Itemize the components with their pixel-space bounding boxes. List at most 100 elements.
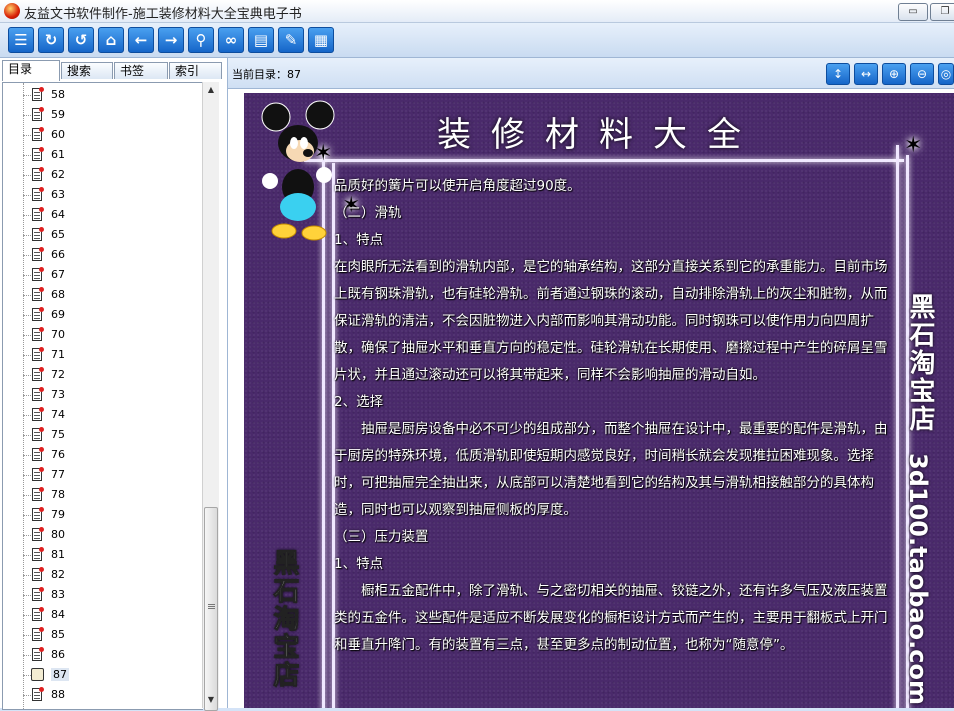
scroll-up-icon[interactable]: ▲: [203, 82, 219, 98]
home-icon: ⌂: [105, 31, 117, 49]
toc-item-label: 75: [51, 428, 65, 441]
toc-item[interactable]: 70: [23, 325, 203, 345]
document-icon: [32, 267, 44, 281]
toc-item-label: 60: [51, 128, 65, 141]
tree-connector: [23, 575, 31, 576]
tree-connector: [23, 395, 31, 396]
document-icon: [32, 547, 44, 561]
toc-item[interactable]: 87: [23, 665, 203, 685]
toc-item[interactable]: 73: [23, 385, 203, 405]
toc-item-label: 73: [51, 388, 65, 401]
toc-item-label: 83: [51, 588, 65, 601]
zoom-in-icon: ⊕: [888, 67, 900, 81]
toolbar-button-home[interactable]: ⌂: [98, 27, 124, 53]
toc-scrollbar[interactable]: ▲ ▼: [202, 82, 219, 711]
toc-item[interactable]: 60: [23, 125, 203, 145]
toc-item[interactable]: 65: [23, 225, 203, 245]
toc-item-label: 63: [51, 188, 65, 201]
tree-connector: [23, 535, 31, 536]
toolbar-button-back[interactable]: ←: [128, 27, 154, 53]
toc-item[interactable]: 78: [23, 485, 203, 505]
scroll-thumb[interactable]: [204, 507, 218, 711]
tree-connector: [23, 415, 31, 416]
toc-item[interactable]: 61: [23, 145, 203, 165]
minimize-button[interactable]: ▭: [898, 3, 928, 21]
toc-item[interactable]: 69: [23, 305, 203, 325]
link-icon: ∞: [224, 31, 238, 49]
toc-item-label: 68: [51, 288, 65, 301]
toolbar-button-forward[interactable]: →: [158, 27, 184, 53]
document-icon: [32, 527, 44, 541]
page-body: 品质好的簧片可以使开启角度超过90度。 （二）滑轨 1、特点 在肉眼所无法看到的滑轨内…: [334, 173, 894, 659]
tab-index[interactable]: 索引: [169, 62, 222, 79]
toolbar-button-toc[interactable]: ☰: [8, 27, 34, 53]
toc-item-label: 88: [51, 688, 65, 701]
toolbar-button-edit[interactable]: ✎: [278, 27, 304, 53]
toc-item[interactable]: 62: [23, 165, 203, 185]
toc-item[interactable]: 83: [23, 585, 203, 605]
toc-item[interactable]: 79: [23, 505, 203, 525]
toc-item[interactable]: 80: [23, 525, 203, 545]
toolbar-button-link[interactable]: ∞: [218, 27, 244, 53]
toc-item[interactable]: 63: [23, 185, 203, 205]
restore-button[interactable]: ❐: [930, 3, 954, 21]
toolbar-button-refresh[interactable]: ↻: [38, 27, 64, 53]
document-icon: [32, 407, 44, 421]
page-paragraph: 1、特点: [334, 232, 384, 248]
tree-connector: [23, 475, 31, 476]
toolbar-button-note[interactable]: ▤: [248, 27, 274, 53]
toc-tree: 58 59 60 61 62 63 64 65 66 67 68 69 70 71 72 73 74 75 76 77…: [2, 82, 203, 710]
tree-connector: [23, 315, 31, 316]
fit-width-icon: ↔: [860, 67, 872, 81]
fit-width-button[interactable]: ↔: [854, 63, 878, 85]
toc-item[interactable]: 86: [23, 645, 203, 665]
title-bar: 友益文书软件制作-施工装修材料大全宝典电子书 ▭ ❐: [0, 0, 954, 23]
tree-connector: [23, 195, 31, 196]
zoom-reset-button[interactable]: ◎: [938, 63, 954, 85]
toolbar-button-search[interactable]: ⚲: [188, 27, 214, 53]
toc-item[interactable]: 59: [23, 105, 203, 125]
tree-connector: [23, 295, 31, 296]
toc-item[interactable]: 82: [23, 565, 203, 585]
tree-connector: [23, 155, 31, 156]
tree-connector: [23, 695, 31, 696]
toolbar-button-bookmark[interactable]: ▦: [308, 27, 334, 53]
toc-item[interactable]: 74: [23, 405, 203, 425]
app-logo-icon: [4, 3, 20, 19]
sparkle-icon: ✶: [904, 133, 923, 158]
toc-item-label: 64: [51, 208, 65, 221]
toc-item[interactable]: 88: [23, 685, 203, 705]
toc-item[interactable]: 85: [23, 625, 203, 645]
toolbar-button-undo[interactable]: ↺: [68, 27, 94, 53]
tree-connector: [23, 615, 31, 616]
toc-item[interactable]: 66: [23, 245, 203, 265]
toc-item[interactable]: 67: [23, 265, 203, 285]
tab-contents[interactable]: 目录: [2, 60, 60, 81]
toc-item[interactable]: 68: [23, 285, 203, 305]
toc-item-label: 81: [51, 548, 65, 561]
toc-item-label: 66: [51, 248, 65, 261]
fit-height-button[interactable]: ↕: [826, 63, 850, 85]
toc-item-label: 62: [51, 168, 65, 181]
toc-item[interactable]: 77: [23, 465, 203, 485]
tab-search[interactable]: 搜索: [61, 62, 113, 79]
main-toolbar: ☰ ↻ ↺ ⌂ ← → ⚲ ∞ ▤ ✎ ▦: [0, 23, 954, 58]
toc-item[interactable]: 75: [23, 425, 203, 445]
current-directory: 当前目录：87: [232, 66, 301, 82]
toc-item[interactable]: 84: [23, 605, 203, 625]
toc-item[interactable]: 81: [23, 545, 203, 565]
reader-pane: 装修材料大全 ✶ ✶ ✶ 品质好的簧片可以使开启角度超过90度。 （二）滑轨 1、特…: [228, 89, 954, 708]
toc-item[interactable]: 72: [23, 365, 203, 385]
sidebar: 目录 搜索 书签 索引 58 59 60 61 62 63 64 65 66 67 68 69 70 71…: [0, 58, 228, 711]
fit-height-icon: ↕: [832, 67, 844, 81]
toc-item[interactable]: 64: [23, 205, 203, 225]
document-icon: [32, 427, 44, 441]
toc-item[interactable]: 58: [23, 85, 203, 105]
zoom-in-button[interactable]: ⊕: [882, 63, 906, 85]
document-icon: [32, 507, 44, 521]
zoom-out-button[interactable]: ⊖: [910, 63, 934, 85]
tab-bookmarks[interactable]: 书签: [114, 62, 168, 79]
toc-item[interactable]: 76: [23, 445, 203, 465]
toc-item[interactable]: 71: [23, 345, 203, 365]
scroll-down-icon[interactable]: ▼: [203, 692, 219, 708]
